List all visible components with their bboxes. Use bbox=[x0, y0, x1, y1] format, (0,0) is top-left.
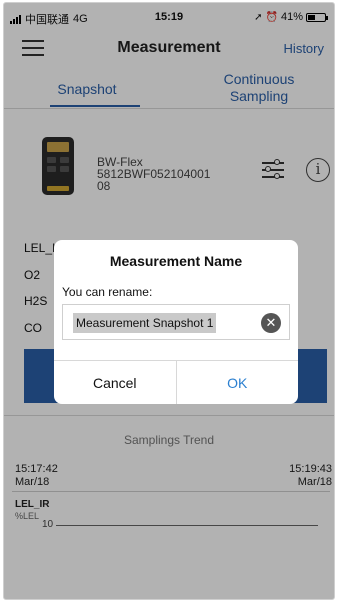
app-frame: 中国联通 4G 15:19 ➚ ⏰ 41% Measurement Histor… bbox=[3, 2, 335, 600]
rename-dialog: Measurement Name You can rename: Measure… bbox=[54, 240, 298, 404]
snapshot-name-value[interactable]: Measurement Snapshot 1 bbox=[73, 313, 217, 333]
dialog-actions: Cancel OK bbox=[54, 360, 298, 404]
cancel-button[interactable]: Cancel bbox=[54, 361, 177, 404]
dialog-prompt: You can rename: bbox=[62, 285, 153, 299]
dialog-title: Measurement Name bbox=[109, 253, 243, 269]
ok-button[interactable]: OK bbox=[177, 361, 299, 404]
snapshot-name-input[interactable]: Measurement Snapshot 1 ✕ bbox=[62, 304, 290, 340]
clear-icon[interactable]: ✕ bbox=[261, 313, 281, 333]
